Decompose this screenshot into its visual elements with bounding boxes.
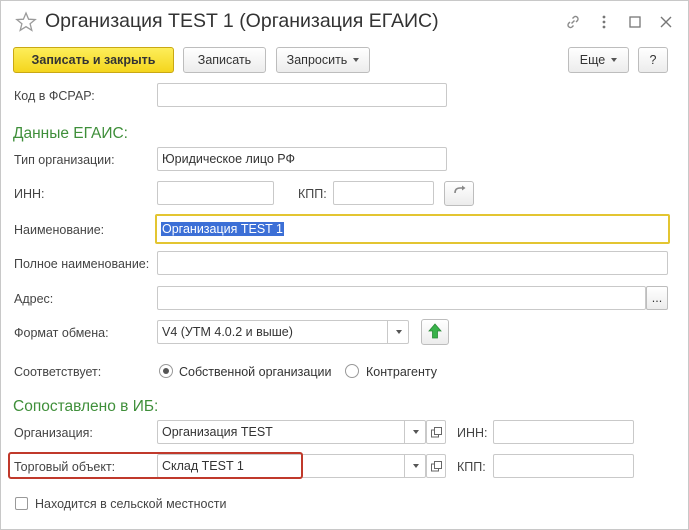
org-type-label: Тип организации: xyxy=(14,153,115,167)
organization-label: Организация: xyxy=(14,426,93,440)
radio-own-org[interactable] xyxy=(159,364,173,378)
org-inn-field[interactable] xyxy=(493,420,634,444)
corresponds-label: Соответствует: xyxy=(14,365,102,379)
more-label: Еще xyxy=(579,53,606,67)
address-field[interactable] xyxy=(157,286,646,310)
full-name-label: Полное наименование: xyxy=(14,257,150,271)
save-and-close-button[interactable]: Записать и закрыть xyxy=(13,47,174,73)
save-button[interactable]: Записать xyxy=(183,47,266,73)
org-inn-label: ИНН: xyxy=(457,426,488,440)
trade-kpp-label: КПП: xyxy=(457,460,486,474)
mapped-section-title: Сопоставлено в ИБ: xyxy=(13,398,159,415)
format-select[interactable]: V4 (УТМ 4.0.2 и выше) xyxy=(157,320,409,344)
window-title: Организация TEST 1 (Организация ЕГАИС) xyxy=(45,10,439,32)
organization-value: Организация TEST xyxy=(162,425,273,439)
request-dropdown-button[interactable]: Запросить xyxy=(276,47,370,73)
radio-counterparty-label[interactable]: Контрагенту xyxy=(366,365,437,379)
upload-arrow-icon xyxy=(428,322,442,342)
trade-kpp-field[interactable] xyxy=(493,454,634,478)
open-icon[interactable] xyxy=(426,420,446,444)
rural-checkbox[interactable] xyxy=(15,497,28,510)
maximize-icon[interactable] xyxy=(626,13,644,31)
name-field[interactable]: Организация TEST 1 xyxy=(155,214,670,244)
refresh-icon xyxy=(452,185,466,202)
fsrar-code-field[interactable] xyxy=(157,83,447,107)
close-icon[interactable] xyxy=(657,13,675,31)
full-name-field[interactable] xyxy=(157,251,668,275)
request-label: Запросить xyxy=(286,53,348,67)
trade-object-highlight xyxy=(8,452,303,479)
chevron-down-icon xyxy=(353,58,360,62)
radio-counterparty[interactable] xyxy=(345,364,359,378)
format-label: Формат обмена: xyxy=(14,326,109,340)
name-field-value: Организация TEST 1 xyxy=(161,222,285,236)
fsrar-code-label: Код в ФСРАР: xyxy=(14,89,95,103)
name-label: Наименование: xyxy=(14,223,105,237)
form-window: Организация TEST 1 (Организация ЕГАИС) З… xyxy=(0,0,689,530)
egais-section-title: Данные ЕГАИС: xyxy=(13,125,128,142)
dropdown-arrow-icon[interactable] xyxy=(404,455,425,477)
help-button[interactable]: ? xyxy=(638,47,668,73)
org-type-field[interactable]: Юридическое лицо РФ xyxy=(157,147,447,171)
upload-button[interactable] xyxy=(421,319,449,345)
refresh-button[interactable] xyxy=(444,181,474,206)
organization-select[interactable]: Организация TEST xyxy=(157,420,426,444)
kpp-field[interactable] xyxy=(333,181,434,205)
rural-label[interactable]: Находится в сельской местности xyxy=(35,497,226,511)
more-vert-icon[interactable] xyxy=(595,13,613,31)
format-value: V4 (УТМ 4.0.2 и выше) xyxy=(162,325,293,339)
chevron-down-icon xyxy=(611,58,618,62)
dropdown-arrow-icon[interactable] xyxy=(404,421,425,443)
kpp-label: КПП: xyxy=(298,187,327,201)
link-icon[interactable] xyxy=(564,13,582,31)
inn-field[interactable] xyxy=(157,181,274,205)
radio-own-org-label[interactable]: Собственной организации xyxy=(179,365,331,379)
inn-label: ИНН: xyxy=(14,187,45,201)
dropdown-arrow-icon[interactable] xyxy=(387,321,408,343)
open-icon[interactable] xyxy=(426,454,446,478)
address-label: Адрес: xyxy=(14,292,54,306)
address-select-button[interactable]: ... xyxy=(646,286,668,310)
star-icon[interactable] xyxy=(15,11,37,33)
more-dropdown-button[interactable]: Еще xyxy=(568,47,629,73)
